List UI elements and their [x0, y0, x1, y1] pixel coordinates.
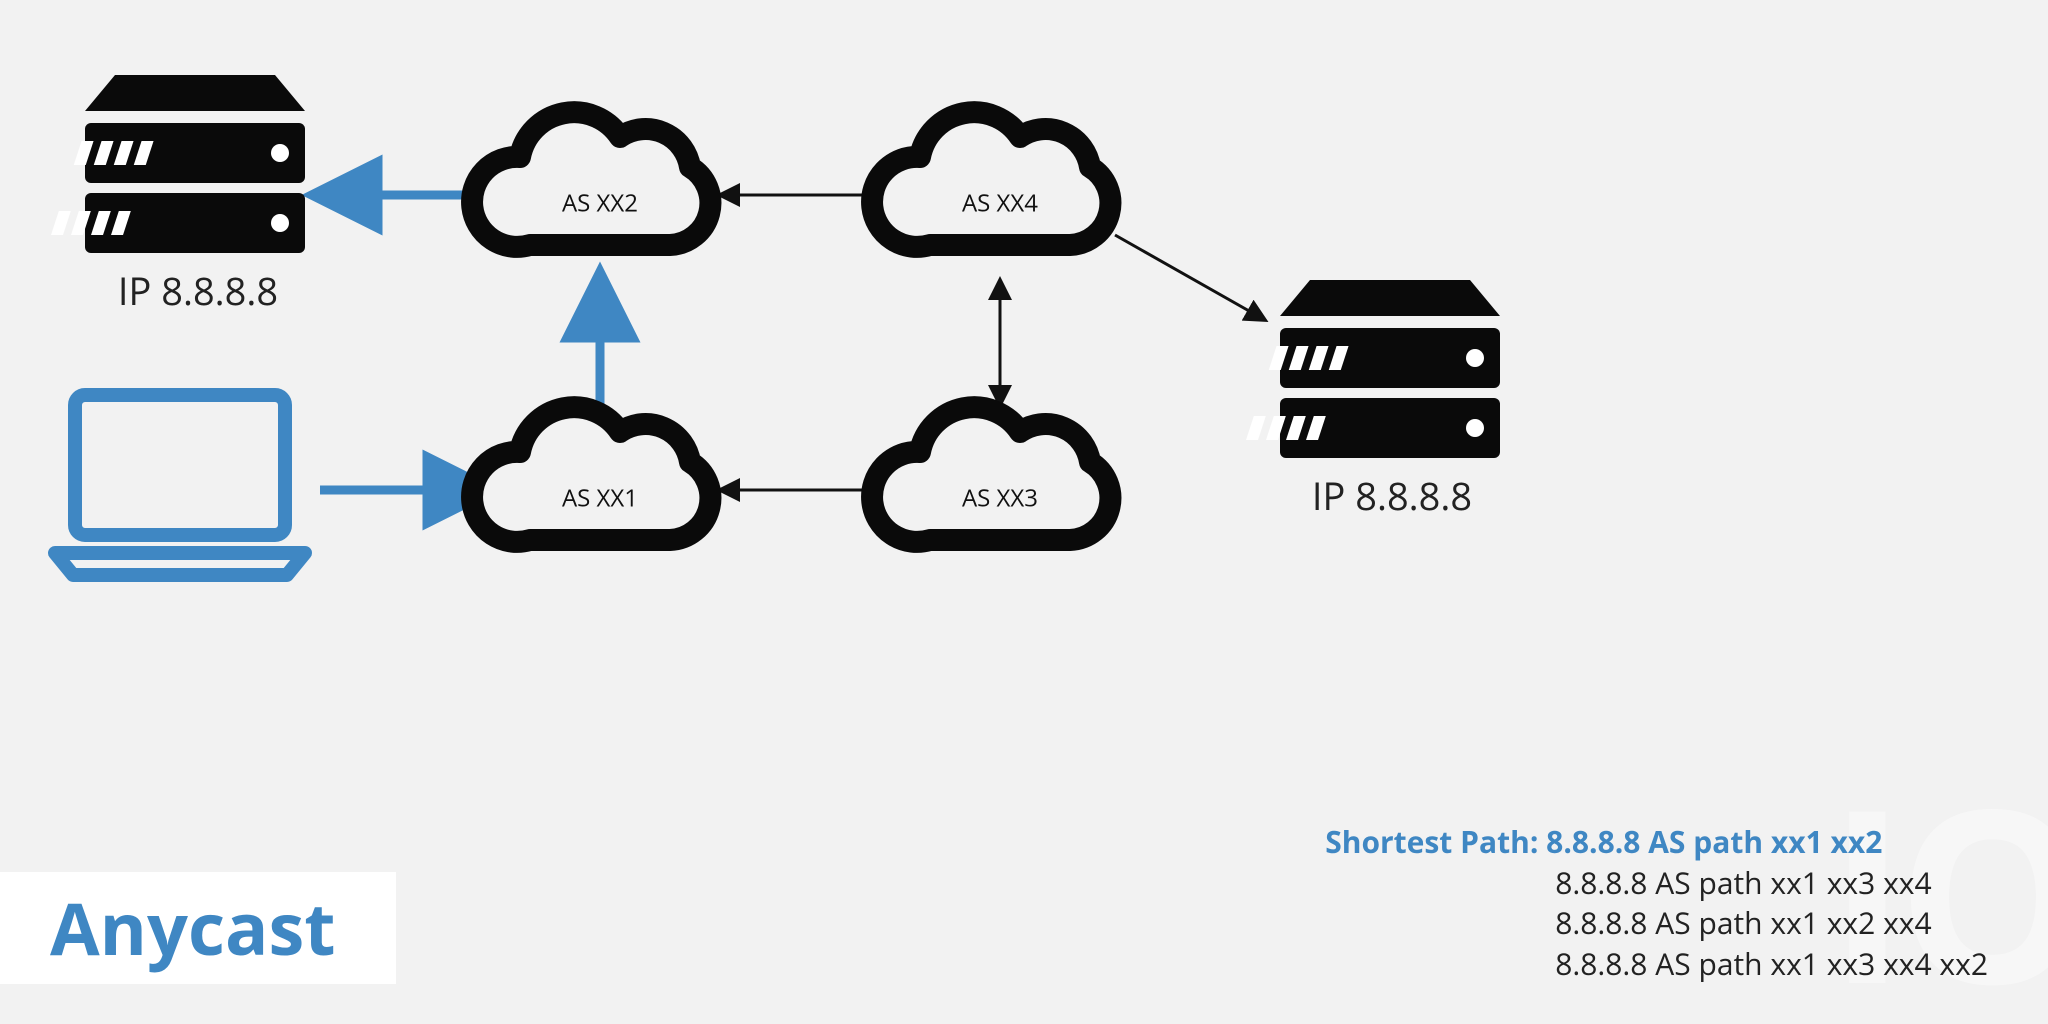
server-icon: [1246, 280, 1500, 458]
diagram-title: Anycast: [50, 892, 336, 964]
cloud-icon: [472, 112, 710, 247]
laptop-icon: [55, 395, 305, 575]
cloud-label-xx2: AS XX2: [562, 187, 638, 220]
ip-label-left: IP 8.8.8.8: [118, 265, 278, 317]
shortest-path: Shortest Path: 8.8.8.8 AS path xx1 xx2: [1325, 822, 1988, 863]
cloud-label-xx1: AS XX1: [562, 482, 638, 515]
ip-label-right: IP 8.8.8.8: [1312, 470, 1472, 522]
cloud-icon: [472, 407, 710, 542]
cloud-icon: [872, 407, 1110, 542]
cloud-label-xx4: AS XX4: [962, 187, 1038, 220]
as-paths-list: Shortest Path: 8.8.8.8 AS path xx1 xx2 8…: [1325, 822, 1988, 984]
diagram-stage: IO: [0, 0, 2048, 1024]
title-box: Anycast: [0, 872, 396, 984]
as-path-item: 8.8.8.8 AS path xx1 xx3 xx4 xx2: [1325, 944, 1988, 985]
edge-xx4-server-right: [1115, 235, 1265, 320]
as-path-item: 8.8.8.8 AS path xx1 xx2 xx4: [1325, 903, 1988, 944]
cloud-icon: [872, 112, 1110, 247]
server-icon: [51, 75, 305, 253]
as-path-item: 8.8.8.8 AS path xx1 xx3 xx4: [1325, 863, 1988, 904]
cloud-label-xx3: AS XX3: [962, 482, 1038, 515]
